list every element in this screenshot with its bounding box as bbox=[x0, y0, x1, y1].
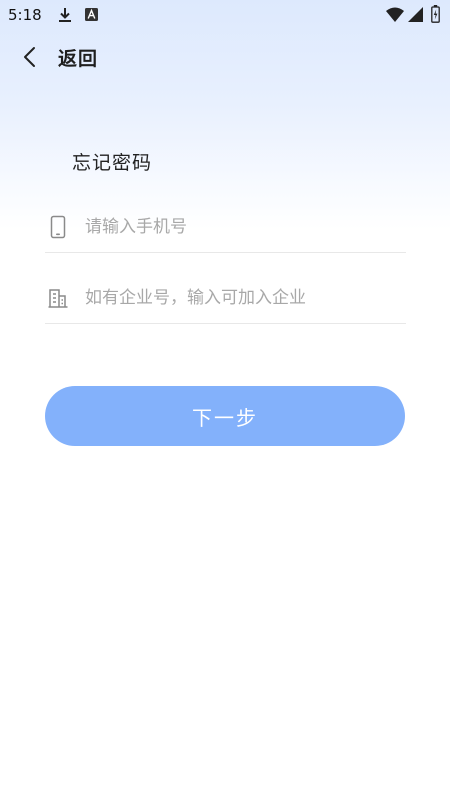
status-time: 5:18 bbox=[8, 6, 42, 24]
company-input-row bbox=[45, 273, 406, 324]
next-step-button[interactable]: 下一步 bbox=[45, 386, 405, 446]
phone-input[interactable] bbox=[85, 212, 406, 242]
a-badge-icon bbox=[85, 8, 98, 21]
signal-icon bbox=[408, 7, 423, 22]
battery-icon bbox=[431, 5, 440, 23]
wifi-icon bbox=[386, 7, 404, 22]
status-bar: 5:18 bbox=[0, 0, 450, 30]
back-label: 返回 bbox=[58, 47, 99, 70]
page-title: 忘记密码 bbox=[72, 152, 153, 174]
phone-icon bbox=[47, 215, 69, 239]
download-icon bbox=[59, 8, 71, 22]
phone-input-row bbox=[45, 202, 406, 253]
building-icon bbox=[47, 286, 69, 310]
company-code-input[interactable] bbox=[85, 283, 406, 313]
back-button[interactable]: 返回 bbox=[22, 42, 98, 72]
header-gradient-background bbox=[0, 0, 450, 230]
chevron-left-icon bbox=[24, 47, 35, 67]
